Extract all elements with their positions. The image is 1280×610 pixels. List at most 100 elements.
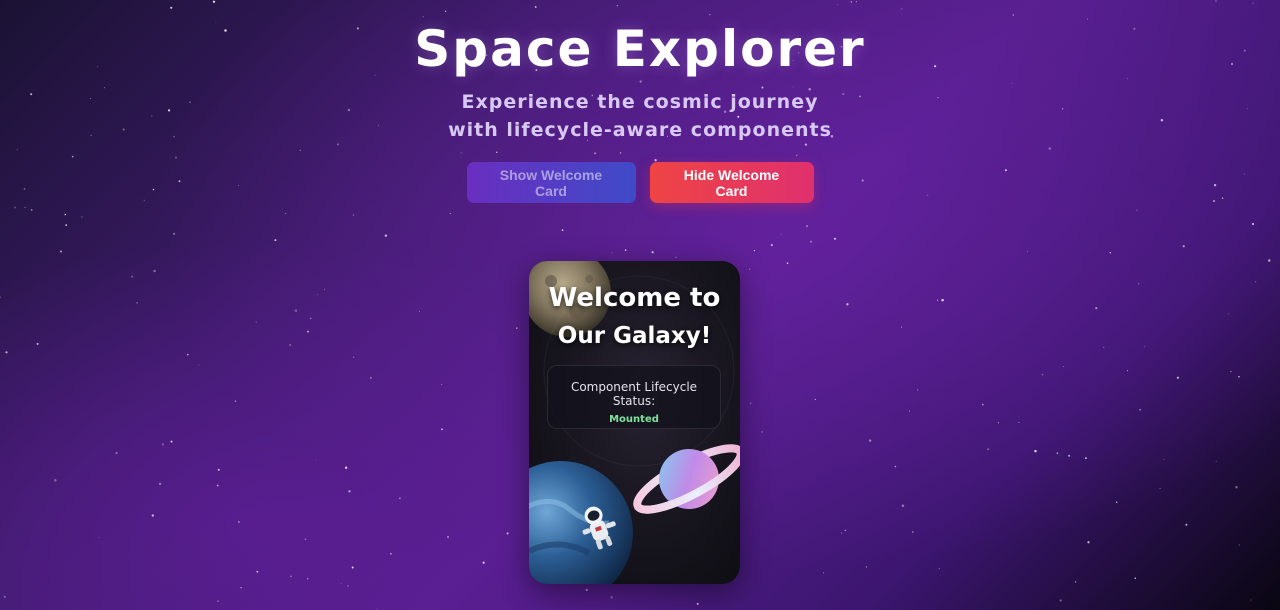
star bbox=[36, 342, 39, 345]
star bbox=[1136, 209, 1138, 211]
star bbox=[1252, 2, 1254, 4]
star bbox=[1250, 599, 1252, 601]
star bbox=[1238, 375, 1240, 378]
star bbox=[238, 521, 240, 523]
star bbox=[59, 250, 63, 253]
star bbox=[749, 402, 752, 405]
star bbox=[256, 570, 259, 573]
star bbox=[1215, 460, 1217, 462]
star bbox=[198, 364, 200, 366]
star bbox=[212, 0, 216, 3]
star bbox=[1056, 452, 1059, 455]
star bbox=[938, 567, 940, 569]
lifecycle-status-panel: Component Lifecycle Status: Mounted bbox=[547, 365, 721, 429]
star bbox=[709, 14, 711, 16]
star bbox=[170, 6, 173, 9]
star bbox=[1059, 599, 1062, 602]
star bbox=[594, 152, 597, 155]
star bbox=[255, 321, 257, 323]
star bbox=[850, 1, 853, 3]
star bbox=[651, 251, 654, 254]
star bbox=[16, 149, 18, 151]
card-title: Welcome to Our Galaxy! bbox=[529, 279, 740, 355]
star bbox=[304, 538, 307, 541]
star bbox=[285, 213, 287, 215]
star bbox=[780, 233, 782, 235]
star bbox=[449, 213, 451, 214]
star bbox=[611, 252, 613, 254]
ringed-planet-icon bbox=[633, 444, 740, 514]
star bbox=[534, 6, 537, 8]
star bbox=[786, 262, 789, 265]
star bbox=[806, 225, 808, 227]
card-title-line-2: Our Galaxy! bbox=[557, 323, 712, 349]
star bbox=[151, 514, 154, 517]
star bbox=[823, 572, 825, 574]
star bbox=[309, 317, 312, 320]
star bbox=[1139, 409, 1141, 411]
star bbox=[753, 249, 756, 252]
star bbox=[289, 344, 292, 346]
star bbox=[841, 532, 843, 534]
star bbox=[1255, 281, 1257, 283]
star bbox=[909, 410, 910, 412]
card-controls: Show Welcome Card Hide Welcome Card bbox=[0, 162, 1280, 203]
star bbox=[936, 299, 939, 301]
star bbox=[5, 351, 8, 354]
star bbox=[65, 224, 68, 226]
star bbox=[64, 213, 67, 216]
star bbox=[170, 440, 173, 443]
star bbox=[71, 155, 74, 158]
star bbox=[1068, 454, 1071, 457]
star bbox=[610, 596, 613, 599]
star bbox=[844, 529, 846, 532]
star bbox=[315, 459, 317, 461]
star bbox=[1084, 457, 1087, 460]
star bbox=[136, 302, 138, 304]
star bbox=[675, 256, 677, 258]
star bbox=[1215, 0, 1217, 2]
star bbox=[496, 151, 498, 153]
star bbox=[997, 422, 1000, 424]
page-header: Space Explorer Experience the cosmic jou… bbox=[0, 18, 1280, 144]
star bbox=[389, 552, 392, 555]
star bbox=[216, 484, 219, 487]
card-title-line-1: Welcome to bbox=[548, 283, 721, 313]
star bbox=[316, 294, 318, 296]
star bbox=[846, 303, 849, 306]
hide-welcome-card-button[interactable]: Hide Welcome Card bbox=[649, 162, 814, 203]
star bbox=[833, 237, 837, 240]
show-welcome-card-button[interactable]: Show Welcome Card bbox=[466, 162, 636, 203]
earth-planet-icon bbox=[529, 461, 633, 584]
star bbox=[3, 595, 6, 598]
star bbox=[217, 468, 220, 471]
star bbox=[399, 497, 401, 500]
star bbox=[1074, 581, 1077, 583]
star bbox=[1048, 147, 1052, 150]
star bbox=[351, 566, 354, 569]
star bbox=[619, 152, 622, 154]
star bbox=[901, 8, 903, 10]
star bbox=[761, 430, 764, 433]
star bbox=[749, 268, 751, 270]
star bbox=[901, 504, 905, 508]
star bbox=[1159, 488, 1161, 489]
star bbox=[274, 239, 277, 242]
star bbox=[98, 537, 100, 538]
star bbox=[217, 600, 219, 602]
star bbox=[444, 10, 447, 12]
star bbox=[981, 403, 984, 406]
star bbox=[917, 389, 919, 391]
star bbox=[1144, 346, 1145, 348]
star bbox=[1087, 541, 1090, 544]
star bbox=[1026, 250, 1028, 252]
star bbox=[1176, 376, 1180, 379]
star bbox=[161, 443, 165, 446]
star bbox=[0, 296, 2, 299]
star bbox=[1137, 282, 1140, 285]
star bbox=[1115, 501, 1118, 504]
star bbox=[348, 490, 351, 493]
star bbox=[419, 310, 421, 312]
page-subtitle: Experience the cosmic journey with lifec… bbox=[380, 88, 900, 144]
star bbox=[868, 439, 872, 442]
